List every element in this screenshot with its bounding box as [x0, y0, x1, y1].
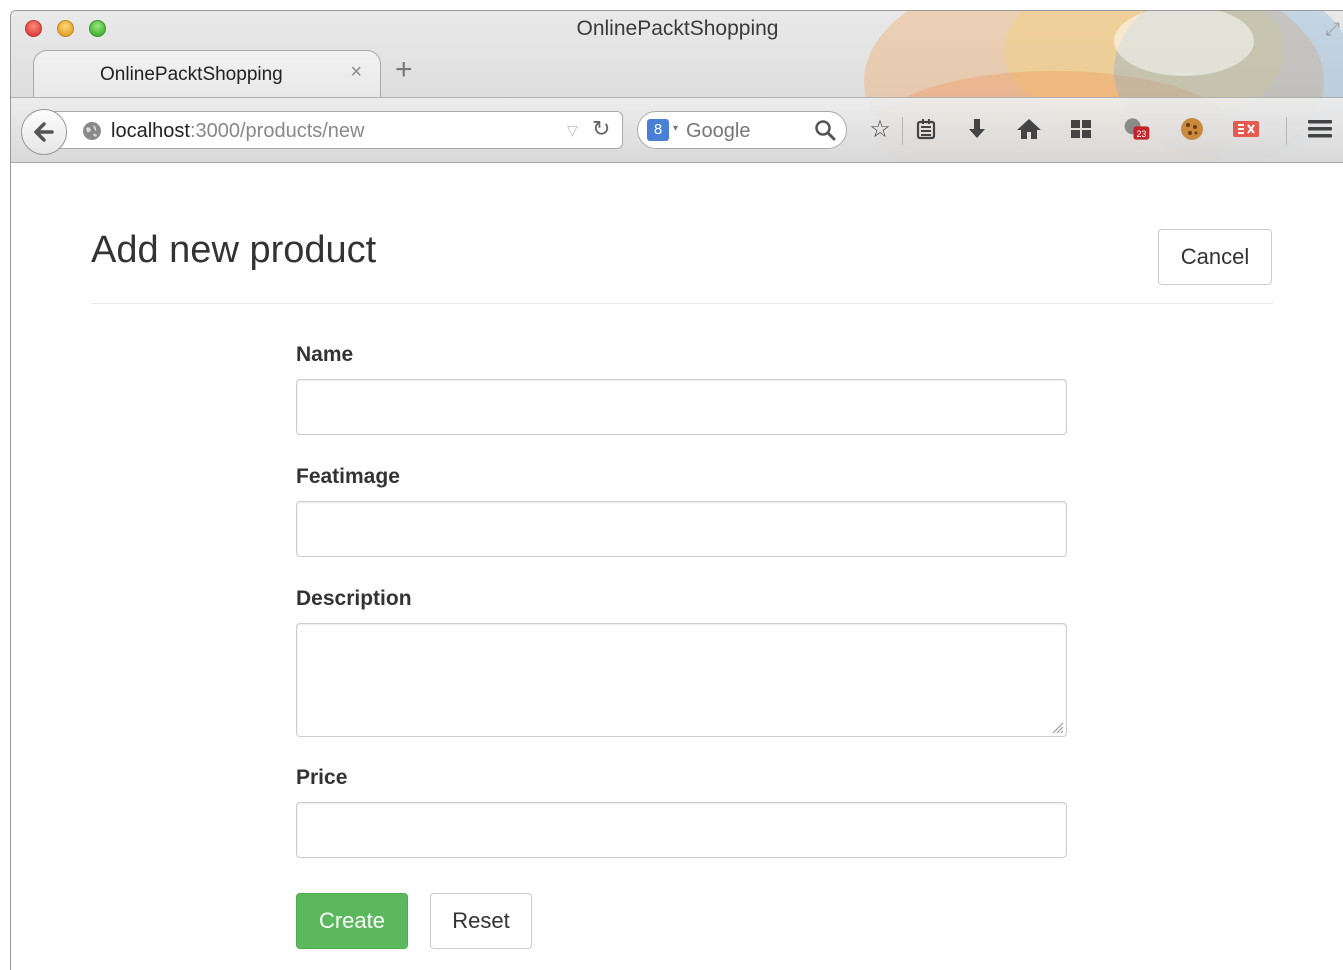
download-icon[interactable] [962, 114, 992, 144]
url-history-dropdown-icon[interactable]: ▽ [567, 122, 578, 139]
name-label: Name [296, 343, 354, 366]
fullscreen-icon[interactable]: ⤢ [1326, 19, 1340, 40]
home-icon[interactable] [1014, 114, 1044, 144]
window-title: OnlinePacktShopping [576, 17, 779, 40]
resize-grip-icon[interactable] [1050, 720, 1064, 734]
url-text[interactable]: localhost:3000/products/new [111, 120, 365, 143]
extension-icon[interactable] [1231, 114, 1261, 144]
description-label: Description [296, 587, 412, 610]
engine-dropdown-icon[interactable]: ▾ [673, 123, 678, 134]
tab-close-icon[interactable]: × [350, 61, 362, 84]
price-input[interactable] [296, 802, 1067, 858]
browser-window: OnlinePacktShopping ⤢ OnlinePacktShoppin… [10, 10, 1343, 970]
search-icon[interactable] [814, 119, 836, 141]
address-bar[interactable]: localhost:3000/products/new ▽ ↻ [51, 111, 623, 149]
description-textarea[interactable] [296, 623, 1067, 737]
reading-list-icon[interactable] [911, 114, 941, 144]
reset-button[interactable]: Reset [430, 893, 532, 949]
page-content: Add new product Cancel Name Featimage De… [11, 163, 1343, 970]
name-input[interactable] [296, 379, 1067, 435]
back-arrow-icon [34, 122, 54, 142]
featimage-label: Featimage [296, 465, 400, 488]
browser-tab[interactable]: OnlinePacktShopping × [33, 50, 381, 99]
url-host: localhost [111, 120, 190, 142]
notification-badge: 23 [1137, 129, 1147, 139]
back-button[interactable] [21, 109, 67, 155]
google-engine-icon[interactable]: 8 [647, 119, 669, 141]
globe-icon [83, 122, 101, 140]
apps-icon[interactable] [1066, 114, 1096, 144]
url-path: :3000/products/new [189, 120, 365, 142]
new-tab-icon[interactable]: + [395, 55, 413, 85]
star-icon[interactable]: ☆ [865, 114, 895, 144]
search-input[interactable]: Google [686, 120, 751, 143]
cookie-icon[interactable] [1177, 114, 1207, 144]
price-label: Price [296, 766, 348, 789]
menu-icon[interactable] [1305, 114, 1335, 144]
create-button[interactable]: Create [296, 893, 408, 949]
toolbar-separator [902, 117, 903, 145]
reload-icon[interactable]: ↻ [592, 116, 610, 142]
page-title: Add new product [91, 229, 377, 271]
header-divider [91, 303, 1273, 304]
featimage-input[interactable] [296, 501, 1067, 557]
cancel-button[interactable]: Cancel [1158, 229, 1272, 285]
search-bar[interactable]: 8 ▾ Google [637, 111, 847, 149]
tab-title: OnlinePacktShopping [100, 64, 283, 85]
notification-icon[interactable]: 23 [1122, 114, 1152, 144]
toolbar-separator [1286, 117, 1287, 145]
browser-chrome: OnlinePacktShopping ⤢ OnlinePacktShoppin… [11, 11, 1343, 163]
